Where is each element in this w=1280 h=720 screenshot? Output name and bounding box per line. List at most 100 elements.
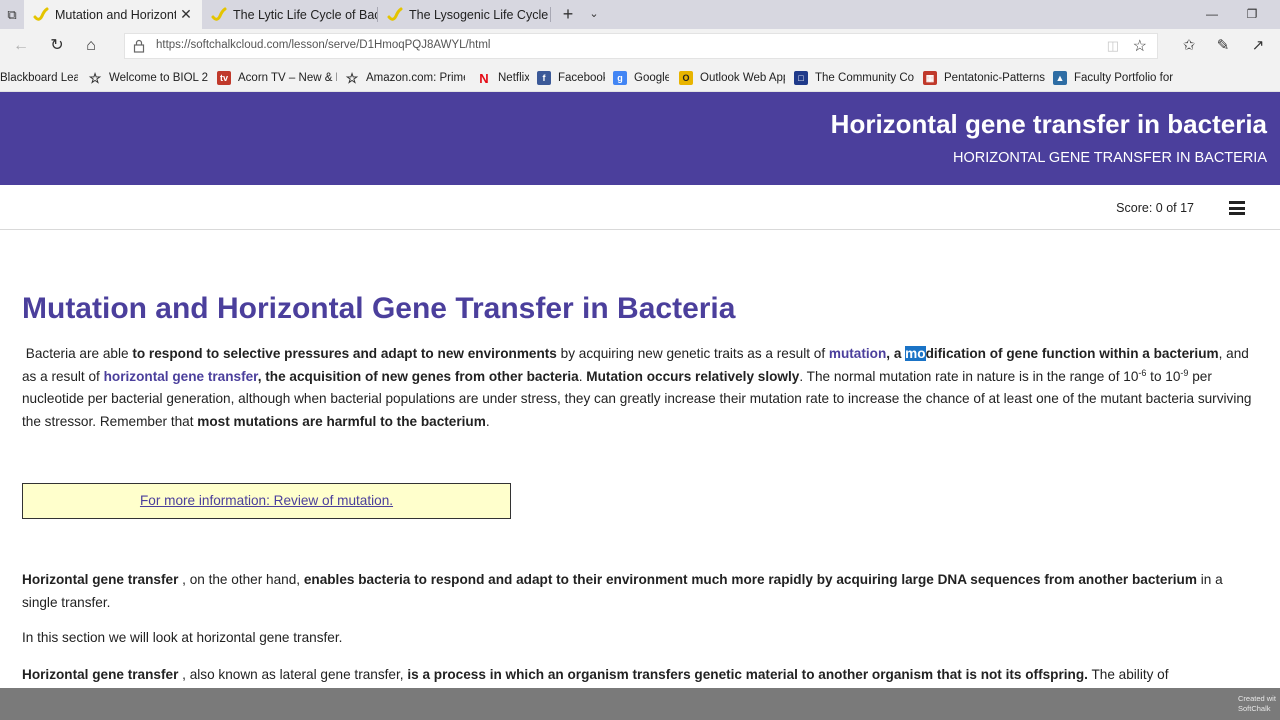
review-of-mutation-link[interactable]: For more information: Review of mutation…: [140, 493, 393, 508]
bold-text: Horizontal gene transfer: [22, 572, 179, 587]
tab-separator: [550, 7, 551, 22]
credit-line: Created wit: [1238, 694, 1276, 703]
tab-label: The Lysogenic Life Cycle of: [409, 7, 550, 22]
favorites-hub-icon[interactable]: ✩: [1176, 34, 1202, 58]
favorite-label: Netflix: [498, 72, 529, 84]
softchalk-favicon-icon: [211, 7, 227, 23]
tab-lytic-cycle[interactable]: The Lytic Life Cycle of Bacte: [202, 0, 377, 29]
favorite-label: Faculty Portfolio for C: [1074, 72, 1173, 84]
favorite-acorn-tv[interactable]: tv Acorn TV – New & Fe: [217, 69, 337, 87]
favorite-outlook[interactable]: O Outlook Web App: [679, 69, 785, 87]
favorite-biol-230[interactable]: ☆ Welcome to BIOL 230: [88, 69, 208, 87]
favorite-label: Outlook Web App: [700, 72, 785, 84]
favorite-label: Blackboard Learn: [0, 72, 78, 84]
softchalk-credit: Created wit SoftChalk: [1238, 694, 1280, 714]
close-tab-icon[interactable]: ✕: [176, 6, 196, 23]
page-title: Mutation and Horizontal Gene Transfer in…: [22, 292, 736, 325]
chevron-down-icon[interactable]: ⌄: [586, 0, 602, 29]
softchalk-favicon-icon: [387, 7, 403, 23]
tab-label: Mutation and Horizonta: [55, 7, 176, 22]
paragraph-mutation-intro: Bacteria are able to respond to selectiv…: [22, 343, 1254, 433]
lesson-content: Mutation and Horizontal Gene Transfer in…: [22, 230, 1258, 688]
back-arrow-icon[interactable]: ←: [8, 34, 34, 58]
bold-text: most mutations are harmful to the bacter…: [197, 413, 486, 429]
tab-label: The Lytic Life Cycle of Bacte: [233, 7, 377, 22]
text-run: , on the other hand,: [178, 572, 304, 587]
web-note-icon[interactable]: ✎: [1210, 34, 1236, 58]
favorite-label: Welcome to BIOL 230: [109, 72, 208, 84]
favorite-label: The Community Colle: [815, 72, 914, 84]
bold-text: Horizontal gene transfer: [22, 667, 179, 682]
google-icon: g: [613, 71, 627, 85]
favorite-label: Google: [634, 72, 669, 84]
glossary-link-horizontal-gene-transfer[interactable]: horizontal gene transfer: [104, 369, 258, 384]
outlook-icon: O: [679, 71, 693, 85]
bold-text: is a process in which an organism transf…: [407, 667, 1088, 682]
minimize-window-icon[interactable]: —: [1192, 0, 1232, 29]
bold-text: Mutation occurs relatively slowly: [586, 368, 800, 384]
favorite-amazon[interactable]: ☆ Amazon.com: Prime I: [345, 69, 465, 87]
favorite-blackboard[interactable]: Blackboard Learn: [0, 69, 78, 87]
selected-text: mo: [905, 346, 926, 361]
star-outline-icon: ☆: [345, 69, 359, 86]
pdf-icon: ▦: [923, 71, 937, 85]
score-bar: Score: 0 of 17: [0, 185, 1280, 230]
favorite-google[interactable]: g Google: [613, 69, 669, 87]
address-bar[interactable]: https://softchalkcloud.com/lesson/serve/…: [124, 33, 1158, 59]
favorites-bar: Blackboard Learn ☆ Welcome to BIOL 230 t…: [0, 63, 1280, 92]
favorite-faculty-portfolio[interactable]: ▲ Faculty Portfolio for C: [1053, 69, 1173, 87]
text-run: . The normal mutation rate in nature is …: [799, 368, 1139, 384]
bold-text: dification of gene function within a bac…: [925, 346, 1219, 361]
banner-title: Horizontal gene transfer in bacteria: [830, 109, 1267, 139]
facebook-icon: f: [537, 71, 551, 85]
reading-view-icon[interactable]: ◫: [1107, 38, 1119, 54]
lesson-footer: Created wit SoftChalk: [0, 688, 1280, 720]
tab-actions-icon[interactable]: ⧉: [0, 0, 24, 29]
glossary-link-mutation[interactable]: mutation: [829, 346, 886, 361]
community-college-icon: □: [794, 71, 808, 85]
favorite-star-icon[interactable]: ☆: [1133, 36, 1147, 56]
tab-lysogenic-cycle[interactable]: The Lysogenic Life Cycle of: [378, 0, 550, 29]
favorite-label: Amazon.com: Prime I: [366, 72, 465, 84]
banner-subtitle: HORIZONTAL GENE TRANSFER IN BACTERIA: [953, 150, 1267, 166]
faculty-portfolio-icon: ▲: [1053, 71, 1067, 85]
text-run: The ability of: [1087, 667, 1169, 682]
favorite-pentatonic[interactable]: ▦ Pentatonic-Patterns-f: [923, 69, 1045, 87]
credit-line: SoftChalk: [1238, 704, 1271, 713]
bold-text: , the acquisition of new genes from othe…: [257, 368, 579, 384]
text-run: , also known as lateral gene transfer,: [178, 667, 408, 682]
text-run: to 10: [1146, 368, 1181, 384]
bold-text: enables bacteria to respond and adapt to…: [303, 572, 1197, 587]
bold-text: to respond to selective pressures and ad…: [132, 346, 557, 361]
favorite-label: Facebook: [558, 72, 605, 84]
star-outline-icon: ☆: [88, 69, 102, 86]
lock-icon: [133, 39, 145, 53]
favorite-label: Acorn TV – New & Fe: [238, 72, 337, 84]
share-icon[interactable]: ↗: [1245, 34, 1271, 58]
softchalk-favicon-icon: [33, 7, 49, 23]
favorite-netflix[interactable]: N Netflix: [477, 69, 529, 87]
text-run: Bacteria are able: [25, 346, 133, 361]
favorite-facebook[interactable]: f Facebook: [537, 69, 605, 87]
url-text[interactable]: https://softchalkcloud.com/lesson/serve/…: [156, 39, 490, 51]
favorite-label: Pentatonic-Patterns-f: [944, 72, 1045, 84]
favorite-community-college[interactable]: □ The Community Colle: [794, 69, 914, 87]
acorn-tv-icon: tv: [217, 71, 231, 85]
text-run: .: [485, 413, 490, 429]
paragraph-section-intro: In this section we will look at horizont…: [22, 630, 343, 645]
new-tab-button[interactable]: +: [558, 0, 578, 29]
menu-icon[interactable]: [1229, 201, 1245, 215]
netflix-icon: N: [479, 70, 489, 86]
paragraph-hgt-definition: Horizontal gene transfer , also known as…: [22, 664, 1254, 687]
more-info-box: For more information: Review of mutation…: [22, 483, 511, 519]
home-icon[interactable]: ⌂: [78, 34, 104, 58]
bold-text: , a: [886, 346, 906, 361]
lesson-banner: Horizontal gene transfer in bacteria HOR…: [0, 92, 1280, 185]
refresh-icon[interactable]: ↻: [44, 34, 70, 58]
navigation-bar: ← ↻ ⌂ https://softchalkcloud.com/lesson/…: [0, 29, 1280, 63]
tab-bar: ⧉ Mutation and Horizonta ✕ The Lytic Lif…: [0, 0, 1280, 29]
paragraph-hgt-overview: Horizontal gene transfer , on the other …: [22, 569, 1254, 614]
tab-mutation[interactable]: Mutation and Horizonta ✕: [24, 0, 202, 29]
restore-window-icon[interactable]: ❐: [1232, 0, 1272, 29]
score-text: Score: 0 of 17: [1116, 201, 1194, 215]
